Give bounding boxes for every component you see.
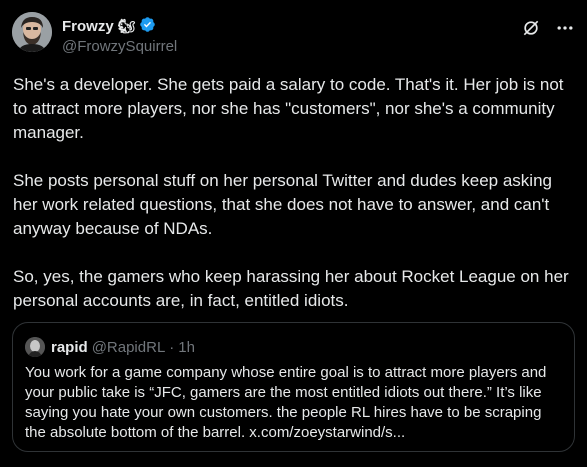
quote-separator: · — [169, 338, 175, 356]
tweet-text: She's a developer. She gets paid a salar… — [13, 75, 569, 310]
quote-author-name[interactable]: rapid — [51, 339, 88, 356]
quote-text: You work for a game company whose entire… — [25, 364, 551, 441]
quote-avatar[interactable] — [25, 337, 45, 357]
grok-icon[interactable] — [521, 18, 541, 38]
author-name-text: Frowzy — [62, 18, 114, 35]
author-avatar[interactable] — [12, 12, 52, 52]
quote-timestamp[interactable]: 1h — [178, 339, 195, 356]
author-handle[interactable]: @FrowzySquirrel — [62, 38, 177, 55]
author-name[interactable]: Frowzy 🐿 — [62, 16, 156, 37]
tweet-actions — [521, 18, 575, 38]
quote-header: rapid @RapidRL · 1h — [25, 337, 195, 357]
more-icon[interactable] — [555, 18, 575, 38]
quoted-tweet[interactable]: rapid @RapidRL · 1h You work for a game … — [12, 322, 575, 452]
squirrel-emoji: 🐿 — [117, 18, 136, 34]
verified-badge-icon — [139, 16, 156, 37]
quote-author-handle[interactable]: @RapidRL — [92, 339, 166, 356]
